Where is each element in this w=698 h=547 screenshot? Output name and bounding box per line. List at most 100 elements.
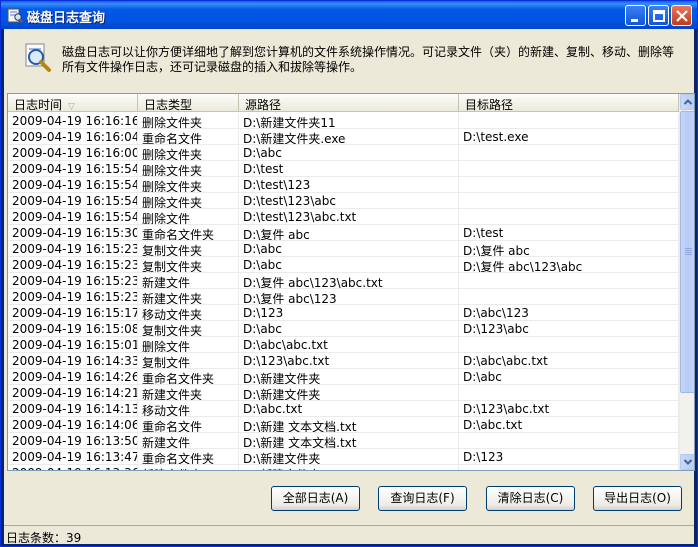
table-row[interactable]: 2009-04-19 16:15:23 新建文件 D:\复件 abc\123\abc… bbox=[8, 273, 679, 289]
column-header-label: 日志时间 bbox=[14, 98, 63, 112]
list-header: 日志时间 ▽ 日志类型 源路径 目标路径 bbox=[8, 94, 679, 112]
minimize-button[interactable] bbox=[625, 5, 646, 26]
cell-target bbox=[459, 177, 679, 193]
scroll-down-button[interactable] bbox=[680, 454, 694, 470]
cell-type: 删除文件夹 bbox=[138, 161, 239, 177]
cell-time: 2009-04-19 16:13:50 bbox=[8, 433, 138, 449]
table-row[interactable]: 2009-04-19 16:15:01 删除文件 D:\abc\abc.txt bbox=[8, 337, 679, 353]
cell-time: 2009-04-19 16:15:17 bbox=[8, 305, 138, 321]
table-row[interactable]: 2009-04-19 16:13:47 重命名文件夹 D:\新建文件夹 D:\123 bbox=[8, 449, 679, 465]
cell-time: 2009-04-19 16:14:21 bbox=[8, 385, 138, 401]
cell-time: 2009-04-19 16:15:54 bbox=[8, 161, 138, 177]
column-header-time[interactable]: 日志时间 ▽ bbox=[8, 94, 138, 112]
minimize-icon bbox=[631, 19, 638, 22]
scroll-thumb[interactable] bbox=[680, 111, 694, 393]
cell-target bbox=[459, 433, 679, 449]
table-row[interactable]: 2009-04-19 16:14:33 复制文件 D:\123\abc.txt D:\… bbox=[8, 353, 679, 369]
column-header-source[interactable]: 源路径 bbox=[239, 94, 459, 112]
column-header-label: 源路径 bbox=[245, 98, 282, 112]
scroll-up-button[interactable] bbox=[680, 94, 694, 110]
app-window: 磁盘日志查询 磁盘日志可以让你方便详细地了解到您计算机的文件系统操作情况。可记录… bbox=[0, 0, 698, 547]
maximize-button[interactable] bbox=[648, 5, 669, 26]
cell-target: D:\abc\123 bbox=[459, 305, 679, 321]
table-row[interactable]: 2009-04-19 16:15:54 删除文件夹 D:\test bbox=[8, 161, 679, 177]
cell-time: 2009-04-19 16:15:08 bbox=[8, 321, 138, 337]
table-row[interactable]: 2009-04-19 16:15:23 新建文件夹 D:\复件 abc\123 bbox=[8, 289, 679, 305]
cell-source: D:\新建文件夹 bbox=[239, 449, 459, 465]
column-header-type[interactable]: 日志类型 bbox=[138, 94, 239, 112]
title-bar[interactable]: 磁盘日志查询 bbox=[1, 1, 697, 29]
table-row[interactable]: 2009-04-19 16:14:26 重命名文件夹 D:\新建文件夹 D:\abc bbox=[8, 369, 679, 385]
table-row[interactable]: 2009-04-19 16:14:13 移动文件 D:\abc.txt D:\123\… bbox=[8, 401, 679, 417]
list-body: 2009-04-19 16:16:16 删除文件夹 D:\新建文件夹11 2009-0… bbox=[8, 113, 679, 470]
cell-type: 删除文件 bbox=[138, 209, 239, 225]
cell-type: 新建文件 bbox=[138, 433, 239, 449]
column-header-label: 日志类型 bbox=[144, 98, 193, 112]
cell-target: D:\复件 abc bbox=[459, 241, 679, 257]
close-icon bbox=[676, 10, 688, 22]
disk-log-icon bbox=[7, 8, 23, 23]
column-header-label: 目标路径 bbox=[465, 98, 514, 112]
cell-time: 2009-04-19 16:14:06 bbox=[8, 417, 138, 433]
cell-source: D:\新建文件夹 bbox=[239, 465, 459, 470]
cell-target bbox=[459, 385, 679, 401]
cell-target bbox=[459, 273, 679, 289]
cell-type: 删除文件 bbox=[138, 337, 239, 353]
chevron-up-icon bbox=[683, 99, 693, 105]
table-row[interactable]: 2009-04-19 16:15:54 删除文件夹 D:\test\123 bbox=[8, 177, 679, 193]
cell-source: D:\123\abc.txt bbox=[239, 353, 459, 369]
cell-target: D:\abc\abc.txt bbox=[459, 353, 679, 369]
table-row[interactable]: 2009-04-19 16:15:23 复制文件夹 D:\abc D:\复件 abc\… bbox=[8, 257, 679, 273]
cell-source: D:\复件 abc bbox=[239, 225, 459, 241]
table-row[interactable]: 2009-04-19 16:15:23 复制文件夹 D:\abc D:\复件 abc bbox=[8, 241, 679, 257]
table-row[interactable]: 2009-04-19 16:16:16 删除文件夹 D:\新建文件夹11 bbox=[8, 113, 679, 129]
table-row[interactable]: 2009-04-19 16:15:17 移动文件夹 D:\123 D:\abc\123 bbox=[8, 305, 679, 321]
table-row[interactable]: 2009-04-19 16:13:36新建文件夹D:\新建文件夹 bbox=[8, 465, 679, 470]
cell-target: D:\123\abc.txt bbox=[459, 401, 679, 417]
cell-source: D:\新建文件夹 bbox=[239, 369, 459, 385]
cell-target bbox=[459, 209, 679, 225]
cell-time: 2009-04-19 16:15:23 bbox=[8, 241, 138, 257]
table-row[interactable]: 2009-04-19 16:13:50 新建文件 D:\新建 文本文档.txt bbox=[8, 433, 679, 449]
export-logs-button[interactable]: 导出日志(O) bbox=[593, 486, 682, 511]
cell-target bbox=[459, 289, 679, 305]
table-row[interactable]: 2009-04-19 16:16:04 重命名文件 D:\新建文件夹.exe D:\t… bbox=[8, 129, 679, 145]
vertical-scrollbar[interactable] bbox=[679, 94, 694, 470]
cell-type: 删除文件夹 bbox=[138, 113, 239, 129]
table-row[interactable]: 2009-04-19 16:14:21 新建文件夹 D:\新建文件夹 bbox=[8, 385, 679, 401]
all-logs-button[interactable]: 全部日志(A) bbox=[271, 486, 360, 511]
log-list[interactable]: 日志时间 ▽ 日志类型 源路径 目标路径 2009-04-19 16:16:16 删… bbox=[7, 93, 695, 471]
table-row[interactable]: 2009-04-19 16:15:30 重命名文件夹 D:\复件 abc D:\tes… bbox=[8, 225, 679, 241]
info-description: 磁盘日志可以让你方便详细地了解到您计算机的文件系统操作情况。可记录文件（夹）的新… bbox=[62, 45, 675, 74]
sort-descending-icon: ▽ bbox=[68, 102, 75, 112]
table-row[interactable]: 2009-04-19 16:15:54 删除文件夹 D:\test\123\abc bbox=[8, 193, 679, 209]
cell-type: 删除文件夹 bbox=[138, 193, 239, 209]
cell-type: 复制文件夹 bbox=[138, 241, 239, 257]
cell-source: D:\test\123\abc bbox=[239, 193, 459, 209]
cell-target bbox=[459, 337, 679, 353]
column-header-target[interactable]: 目标路径 bbox=[459, 94, 679, 112]
query-logs-button[interactable]: 查询日志(F) bbox=[378, 486, 467, 511]
cell-time: 2009-04-19 16:16:00 bbox=[8, 145, 138, 161]
cell-source: D:\abc bbox=[239, 257, 459, 273]
clear-logs-button[interactable]: 清除日志(C) bbox=[486, 486, 575, 511]
cell-source: D:\abc\abc.txt bbox=[239, 337, 459, 353]
cell-time: 2009-04-19 16:14:26 bbox=[8, 369, 138, 385]
close-button[interactable] bbox=[671, 5, 692, 26]
cell-type: 重命名文件夹 bbox=[138, 225, 239, 241]
cell-type: 删除文件夹 bbox=[138, 177, 239, 193]
cell-time: 2009-04-19 16:15:54 bbox=[8, 193, 138, 209]
cell-type: 移动文件 bbox=[138, 401, 239, 417]
table-row[interactable]: 2009-04-19 16:15:08 复制文件夹 D:\abc D:\123\abc bbox=[8, 321, 679, 337]
cell-type: 新建文件夹 bbox=[138, 385, 239, 401]
cell-time: 2009-04-19 16:15:23 bbox=[8, 289, 138, 305]
cell-time: 2009-04-19 16:13:47 bbox=[8, 449, 138, 465]
table-row[interactable]: 2009-04-19 16:14:06 重命名文件 D:\新建 文本文档.txt D:… bbox=[8, 417, 679, 433]
cell-target bbox=[459, 145, 679, 161]
cell-type: 复制文件夹 bbox=[138, 257, 239, 273]
cell-time: 2009-04-19 16:15:30 bbox=[8, 225, 138, 241]
cell-time: 2009-04-19 16:15:54 bbox=[8, 209, 138, 225]
table-row[interactable]: 2009-04-19 16:16:00 删除文件夹 D:\abc bbox=[8, 145, 679, 161]
cell-time: 2009-04-19 16:14:33 bbox=[8, 353, 138, 369]
table-row[interactable]: 2009-04-19 16:15:54 删除文件 D:\test\123\abc.t… bbox=[8, 209, 679, 225]
